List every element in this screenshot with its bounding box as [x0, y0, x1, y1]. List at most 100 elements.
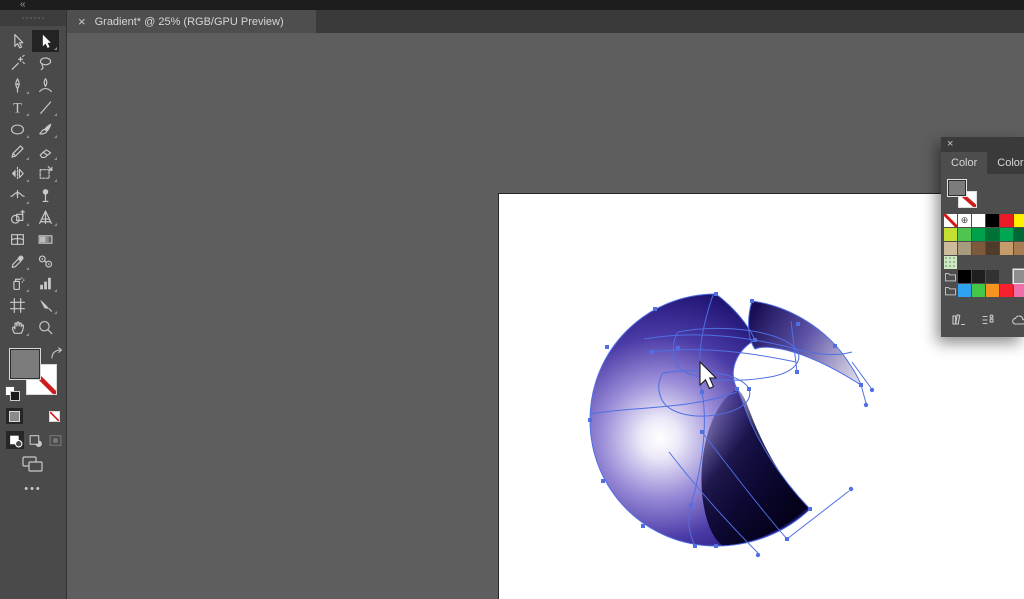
tool-curvature[interactable]: [32, 74, 59, 96]
swatch-007236[interactable]: [986, 228, 999, 241]
color-group-folder[interactable]: [944, 270, 957, 283]
tool-selection[interactable]: [4, 30, 31, 52]
swatch-registration[interactable]: ⊕: [958, 214, 971, 227]
tool-blend[interactable]: [32, 250, 59, 272]
swatch-cdbb9c[interactable]: [944, 242, 957, 255]
swatch-ffffff[interactable]: [972, 214, 985, 227]
svg-text:T: T: [13, 100, 22, 116]
swatch-c69c6d[interactable]: [1000, 242, 1013, 255]
tool-zoom[interactable]: [32, 316, 59, 338]
fill-color-chip[interactable]: [9, 348, 41, 380]
reflect-icon: [9, 165, 26, 182]
tool-direct-selection[interactable]: [32, 30, 59, 52]
tool-perspective-grid[interactable]: [32, 206, 59, 228]
edit-toolbar-button[interactable]: •••: [0, 483, 66, 495]
draw-behind-icon: [28, 433, 43, 448]
tool-free-transform[interactable]: [32, 162, 59, 184]
swatch-grid: ⊕: [944, 214, 1024, 298]
default-fill-stroke-icon[interactable]: [5, 386, 19, 400]
tool-line-segment[interactable]: [32, 96, 59, 118]
swatch-kinds-icon[interactable]: [981, 312, 996, 327]
tool-pencil[interactable]: [4, 140, 31, 162]
tool-magic-wand[interactable]: [4, 52, 31, 74]
tool-reflect[interactable]: [4, 162, 31, 184]
gradient-button[interactable]: [26, 408, 43, 424]
swatch-44c648[interactable]: [972, 284, 985, 297]
color-button[interactable]: [6, 408, 23, 424]
swatch-a89a7c[interactable]: [958, 242, 971, 255]
swatch-f5222d[interactable]: [1000, 284, 1013, 297]
swatch-f7931e[interactable]: [986, 284, 999, 297]
zoom-icon: [37, 319, 54, 336]
tab-color[interactable]: Color: [941, 152, 987, 174]
swatch-libraries-icon[interactable]: [951, 312, 966, 327]
tool-eraser[interactable]: [32, 140, 59, 162]
tools-panel-header[interactable]: «: [0, 0, 67, 10]
eyedropper-icon: [9, 253, 26, 270]
swatch-fff200[interactable]: [1014, 214, 1024, 227]
swatch-323232[interactable]: [986, 270, 999, 283]
swatch-ed1c24[interactable]: [1000, 214, 1013, 227]
tool-shape-builder[interactable]: [4, 206, 31, 228]
swatch-00a14b[interactable]: [972, 228, 985, 241]
tab-close-icon[interactable]: ×: [78, 15, 86, 28]
swatch-c5e031[interactable]: [944, 228, 957, 241]
tool-width[interactable]: [4, 184, 31, 206]
draw-normal-button[interactable]: [6, 431, 24, 449]
swatch-row-0: ⊕: [944, 214, 1024, 227]
tool-flyout-indicator: [54, 289, 57, 292]
panel-header[interactable]: ×: [941, 137, 1024, 152]
cc-libraries-icon[interactable]: [1011, 312, 1024, 327]
tool-type[interactable]: T: [4, 96, 31, 118]
tool-puppet-warp[interactable]: [32, 184, 59, 206]
perspective-grid-icon: [37, 209, 54, 226]
tool-ellipse[interactable]: [4, 118, 31, 140]
tools-grid: T: [4, 30, 62, 338]
swatch-006837[interactable]: [1014, 228, 1024, 241]
tool-artboard[interactable]: [4, 294, 31, 316]
color-group-folder[interactable]: [944, 284, 957, 297]
tool-lasso[interactable]: [32, 52, 59, 74]
tool-hand[interactable]: [4, 316, 31, 338]
swatch-2fa3f2[interactable]: [958, 284, 971, 297]
tool-eyedropper[interactable]: [4, 250, 31, 272]
tool-gradient[interactable]: [32, 228, 59, 250]
shape-builder-icon: [9, 209, 26, 226]
tool-flyout-indicator: [26, 157, 29, 160]
tools-panel-grip[interactable]: [0, 10, 66, 26]
color-group-folder-icon: [944, 284, 957, 297]
swatch-none[interactable]: [944, 214, 957, 227]
color-swatch-icon: [9, 411, 20, 422]
draw-normal-icon: [8, 433, 23, 448]
panel-close-icon[interactable]: ×: [947, 138, 953, 150]
tool-flyout-indicator: [26, 289, 29, 292]
collapse-panel-icon[interactable]: «: [20, 0, 26, 10]
none-button[interactable]: [46, 408, 63, 424]
swatch-a67c52[interactable]: [1014, 242, 1024, 255]
tool-column-graph[interactable]: [32, 272, 59, 294]
tool-mesh[interactable]: [4, 228, 31, 250]
document-tab[interactable]: × Gradient* @ 25% (RGB/GPU Preview): [67, 10, 316, 33]
swatch-00a651[interactable]: [1000, 228, 1013, 241]
panel-fill-chip[interactable]: [947, 179, 967, 197]
swatch-000000[interactable]: [986, 214, 999, 227]
tab-color-guide[interactable]: Color G: [987, 152, 1024, 174]
swatch-1e1e1e[interactable]: [972, 270, 985, 283]
swatch-000000[interactable]: [958, 270, 971, 283]
tool-symbol-sprayer[interactable]: [4, 272, 31, 294]
swatch-pattern[interactable]: [944, 256, 957, 269]
swatch-4e3b2a[interactable]: [986, 242, 999, 255]
screen-mode-icon[interactable]: [21, 455, 45, 473]
swatch-row-3: [944, 256, 1024, 269]
tool-slice[interactable]: [32, 294, 59, 316]
swatch-7d5a3c[interactable]: [972, 242, 985, 255]
swap-fill-stroke-icon[interactable]: [50, 347, 64, 361]
swatch-selected-#8e8e8e[interactable]: [1014, 270, 1024, 283]
draw-behind-button[interactable]: [26, 431, 44, 449]
swatch-f06eaa[interactable]: [1014, 284, 1024, 297]
tool-pen[interactable]: [4, 74, 31, 96]
swatch-4fc44f[interactable]: [958, 228, 971, 241]
ellipse-icon: [9, 121, 26, 138]
free-transform-icon: [37, 165, 54, 182]
tool-paintbrush[interactable]: [32, 118, 59, 140]
